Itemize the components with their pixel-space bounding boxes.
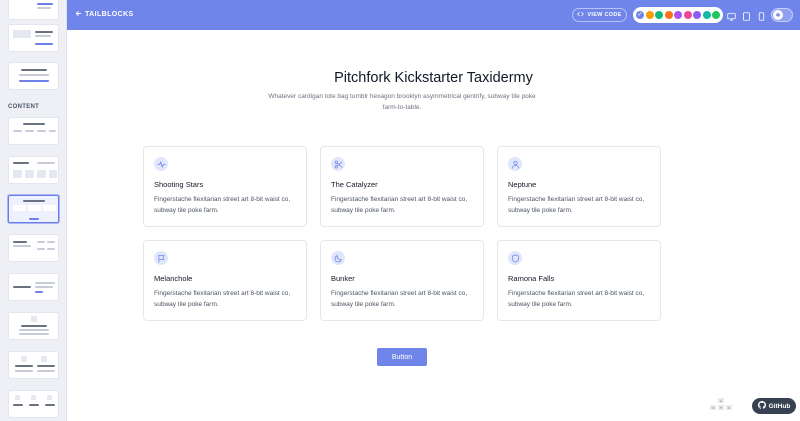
color-swatch[interactable]: [693, 11, 701, 19]
feature-card-desc: Fingerstache flexitarian street art 8-bi…: [331, 196, 468, 214]
feature-card-desc: Fingerstache flexitarian street art 8-bi…: [154, 196, 291, 214]
color-swatch[interactable]: [655, 11, 663, 19]
github-label: GitHub: [768, 402, 791, 410]
sidebar-thumb-content-7[interactable]: [8, 351, 59, 379]
feature-card-title: Melanchole: [154, 274, 193, 283]
top-bar: TAILBLOCKS VIEW CODE ✓ ✱: [67, 0, 800, 30]
color-swatch[interactable]: [712, 11, 720, 19]
arrow-left-key-icon: ◂: [710, 405, 716, 410]
device-switcher: [727, 9, 766, 21]
page-subtitle: Whatever cardigan tote bag tumblr hexago…: [268, 93, 536, 111]
back-link[interactable]: TAILBLOCKS: [75, 10, 134, 19]
page-title: Pitchfork Kickstarter Taxidermy: [334, 70, 533, 86]
sidebar-thumb-content-4[interactable]: [8, 234, 59, 262]
code-icon: [577, 11, 585, 19]
feature-card: Shooting Stars Fingerstache flexitarian …: [143, 146, 307, 227]
sidebar-thumb-content-5[interactable]: [8, 273, 59, 301]
feature-card-title: Neptune: [508, 180, 537, 189]
flag-icon: [154, 251, 168, 265]
arrow-left-icon: [75, 10, 82, 19]
github-link[interactable]: GitHub: [752, 398, 796, 414]
moon-icon: [331, 251, 345, 265]
desktop-icon[interactable]: [727, 9, 736, 21]
view-code-label: VIEW CODE: [587, 12, 622, 18]
feature-card-title: Bunker: [331, 274, 355, 283]
sidebar-thumb-feature-3[interactable]: [8, 62, 59, 90]
feature-card: Ramona Falls Fingerstache flexitarian st…: [497, 240, 661, 321]
content-preview: Pitchfork Kickstarter Taxidermy Whatever…: [67, 30, 800, 421]
sidebar-thumb-content-1[interactable]: [8, 117, 59, 145]
feature-card: Bunker Fingerstache flexitarian street a…: [320, 240, 484, 321]
back-link-label: TAILBLOCKS: [85, 11, 134, 18]
color-swatch[interactable]: [683, 11, 692, 19]
phone-icon[interactable]: [757, 9, 766, 21]
feature-card: The Catalyzer Fingerstache flexitarian s…: [320, 146, 484, 227]
feature-card-desc: Fingerstache flexitarian street art 8-bi…: [331, 290, 468, 308]
primary-button[interactable]: Button: [377, 348, 427, 366]
sidebar-thumb-feature-1[interactable]: [8, 0, 59, 20]
color-palette: ✓: [633, 7, 723, 23]
sidebar-section-content: CONTENT: [8, 104, 40, 110]
github-icon: [757, 401, 766, 411]
sidebar: CONTENT: [0, 0, 67, 421]
sidebar-thumb-content-6[interactable]: [8, 312, 59, 340]
keyboard-nav-hint: ▴ ◂ ▾ ▸: [710, 398, 732, 416]
feature-card-title: Shooting Stars: [154, 180, 204, 189]
feature-card-desc: Fingerstache flexitarian street art 8-bi…: [508, 196, 645, 214]
color-swatch[interactable]: [664, 11, 673, 19]
feature-card-desc: Fingerstache flexitarian street art 8-bi…: [508, 290, 645, 308]
feature-card: Neptune Fingerstache flexitarian street …: [497, 146, 661, 227]
shield-icon: [508, 251, 522, 265]
user-icon: [508, 157, 522, 171]
feature-card-desc: Fingerstache flexitarian street art 8-bi…: [154, 290, 291, 308]
feature-card-title: Ramona Falls: [508, 274, 555, 283]
sidebar-thumb-feature-2[interactable]: [8, 24, 59, 52]
dark-mode-toggle[interactable]: ✱: [771, 8, 793, 22]
arrow-up-key-icon: ▴: [718, 398, 724, 403]
sun-icon: ✱: [773, 10, 783, 20]
scissors-icon: [331, 157, 345, 171]
feature-card-title: The Catalyzer: [331, 180, 378, 189]
sidebar-thumb-content-8[interactable]: [8, 390, 59, 418]
arrow-down-key-icon: ▾: [718, 405, 724, 410]
color-swatch[interactable]: [674, 11, 682, 19]
arrow-right-key-icon: ▸: [726, 405, 732, 410]
view-code-button[interactable]: VIEW CODE: [572, 8, 627, 22]
tablet-icon[interactable]: [742, 9, 751, 21]
pulse-icon: [154, 157, 168, 171]
color-swatch[interactable]: ✓: [636, 11, 644, 19]
sidebar-thumb-content-2[interactable]: [8, 156, 59, 184]
color-swatch[interactable]: [702, 11, 711, 19]
color-swatch[interactable]: [645, 11, 654, 19]
sidebar-thumb-content-3-active[interactable]: [8, 195, 59, 223]
feature-card: Melanchole Fingerstache flexitarian stre…: [143, 240, 307, 321]
